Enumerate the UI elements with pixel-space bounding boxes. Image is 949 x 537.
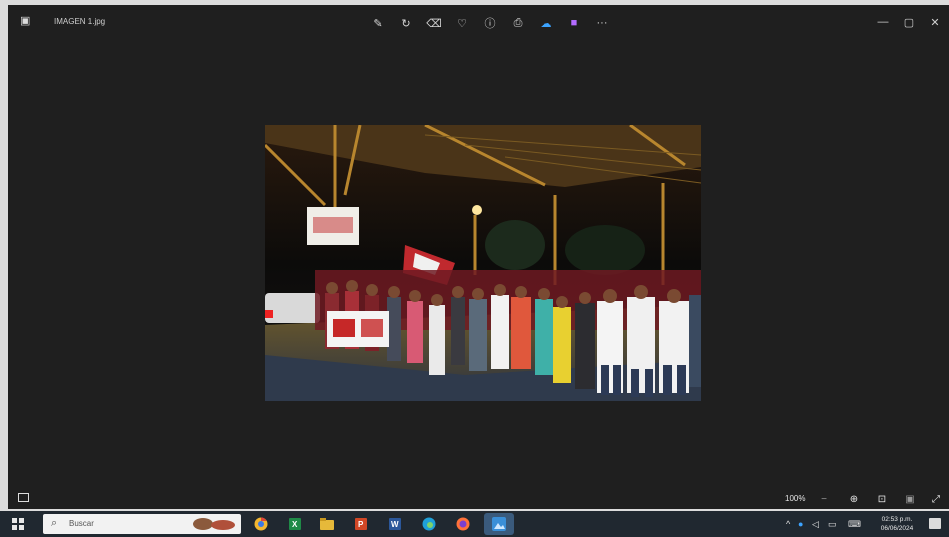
zoom-level[interactable]: 100%	[785, 494, 805, 503]
photos-app-icon: ▣	[20, 15, 31, 27]
image-viewer[interactable]	[8, 39, 949, 491]
search-icon: ⌕	[51, 517, 58, 529]
svg-text:P: P	[358, 520, 364, 529]
keyboard-icon[interactable]: ⌨	[848, 511, 861, 537]
fit-window-icon[interactable]: ⊡	[874, 491, 890, 507]
displayed-photo	[265, 125, 701, 401]
start-button[interactable]	[12, 518, 24, 530]
more-icon[interactable]: ···	[592, 13, 612, 33]
firefox-icon[interactable]	[454, 515, 472, 533]
print-icon[interactable]: ⎙	[508, 13, 528, 33]
photos-app-window: ▣ IMAGEN 1.jpg ✎ ↻ ⌫ ♡ ⓘ ⎙ ☁ ■ ··· — ▢ ✕	[8, 5, 949, 509]
filmstrip-icon[interactable]	[18, 493, 29, 502]
file-explorer-icon[interactable]	[318, 515, 336, 533]
network-icon[interactable]: ▭	[828, 511, 837, 537]
clock-date: 06/06/2024	[880, 525, 914, 532]
svg-text:X: X	[292, 520, 298, 529]
powerpoint-icon[interactable]: P	[352, 515, 370, 533]
tray-expand-icon[interactable]: ^	[786, 511, 790, 537]
onedrive-icon[interactable]: ☁	[536, 13, 556, 33]
status-bar: 100% − ⊕ ⊡ ▣ ⤢	[8, 489, 949, 509]
info-icon[interactable]: ⓘ	[480, 13, 500, 33]
title-bar: ▣ IMAGEN 1.jpg ✎ ↻ ⌫ ♡ ⓘ ⎙ ☁ ■ ··· — ▢ ✕	[8, 5, 949, 39]
chrome-icon[interactable]	[252, 515, 270, 533]
toolbar: ✎ ↻ ⌫ ♡ ⓘ ⎙ ☁ ■ ···	[368, 13, 620, 33]
photos-icon[interactable]	[484, 513, 514, 535]
zoom-out-icon[interactable]: −	[816, 491, 832, 507]
taskbar-clock[interactable]: 02:53 p.m. 06/06/2024	[875, 515, 919, 533]
taskbar-search[interactable]: ⌕ Buscar	[43, 514, 241, 534]
excel-icon[interactable]: X	[286, 515, 304, 533]
onedrive-tray-icon[interactable]: ●	[798, 511, 803, 537]
clock-time: 02:53 p.m.	[881, 516, 913, 523]
actual-size-icon[interactable]: ▣	[902, 491, 918, 507]
word-icon[interactable]: W	[386, 515, 404, 533]
maximize-button[interactable]: ▢	[896, 12, 922, 32]
window-title: IMAGEN 1.jpg	[54, 17, 106, 26]
edge-icon[interactable]	[420, 515, 438, 533]
clipchamp-icon[interactable]: ■	[564, 13, 584, 33]
taskbar: ⌕ Buscar X P W ^ ● ◁ ▭ ⌨ 02:53 p.m. 06/0…	[0, 511, 949, 537]
rotate-icon[interactable]: ↻	[396, 13, 416, 33]
search-highlight-icon	[193, 518, 235, 530]
search-placeholder: Buscar	[69, 519, 94, 528]
zoom-in-icon[interactable]: ⊕	[846, 491, 862, 507]
minimize-button[interactable]: —	[870, 12, 896, 32]
favorite-icon[interactable]: ♡	[452, 13, 472, 33]
close-button[interactable]: ✕	[922, 12, 948, 32]
edit-icon[interactable]: ✎	[368, 13, 388, 33]
svg-text:W: W	[391, 520, 399, 529]
delete-icon[interactable]: ⌫	[424, 13, 444, 33]
crowd-photo	[265, 125, 701, 401]
notification-icon[interactable]	[929, 518, 941, 529]
fullscreen-icon[interactable]: ⤢	[928, 491, 944, 507]
volume-icon[interactable]: ◁	[812, 511, 819, 537]
